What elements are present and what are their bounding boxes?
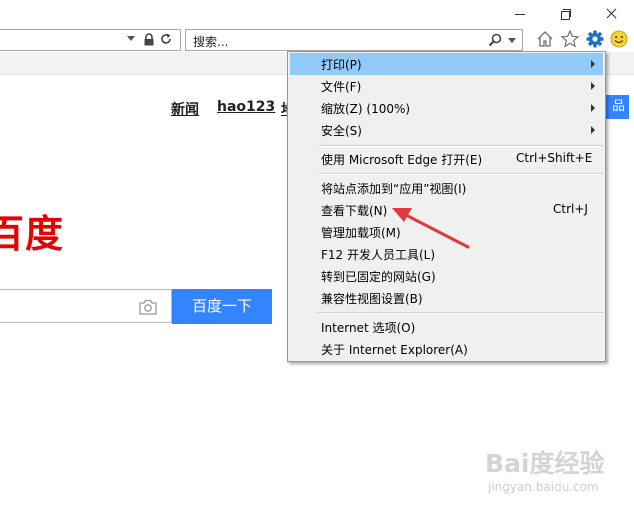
menu-item-label: 安全(S) (321, 124, 362, 138)
menu-item-label: 文件(F) (321, 80, 362, 94)
menu-separator (318, 312, 603, 314)
watermark-url: jingyan.baidu.com (488, 480, 599, 494)
menu-item-label: 关于 Internet Explorer(A) (321, 343, 468, 357)
baidu-logo: 百度 (0, 212, 65, 256)
menu-item-open-in-edge[interactable]: 使用 Microsoft Edge 打开(E) Ctrl+Shift+E (290, 148, 603, 170)
baidu-jingyan-watermark: Bai度经验 jingyan.baidu.com (485, 440, 615, 500)
menu-separator (318, 173, 603, 175)
feedback-smiley-icon[interactable] (609, 29, 629, 49)
menu-item-compat-view[interactable]: 兼容性视图设置(B) (290, 287, 603, 309)
menu-item-label: 打印(P) (321, 58, 362, 72)
favorites-star-icon[interactable] (560, 29, 580, 49)
menu-item-label: Internet 选项(O) (321, 321, 416, 335)
submenu-arrow-icon (591, 60, 595, 68)
watermark-brand: Bai度经验 (485, 449, 605, 478)
menu-separator (318, 145, 603, 147)
lock-icon (144, 33, 154, 46)
menu-item-shortcut: Ctrl+J (553, 202, 588, 216)
baidu-search-input[interactable] (0, 289, 172, 323)
search-placeholder: 搜索... (193, 35, 229, 49)
menu-item-about-ie[interactable]: 关于 Internet Explorer(A) (290, 338, 603, 360)
menu-item-print[interactable]: 打印(P) (290, 53, 603, 75)
news-link[interactable]: 新闻 (171, 99, 199, 119)
tools-gear-icon[interactable] (585, 29, 605, 49)
menu-item-label: 转到已固定的网站(G) (321, 270, 436, 284)
restore-button[interactable] (545, 2, 589, 26)
address-dropdown-icon[interactable] (127, 36, 135, 41)
address-bar[interactable] (0, 29, 181, 51)
home-icon[interactable] (535, 29, 555, 49)
title-bar (0, 0, 634, 28)
baidu-search-button[interactable]: 百度一下 (172, 289, 272, 324)
submenu-arrow-icon (591, 104, 595, 112)
refresh-icon[interactable] (159, 32, 173, 46)
menu-item-label: 查看下载(N) (321, 204, 388, 218)
search-provider-dropdown-icon[interactable] (508, 38, 516, 43)
hao123-link[interactable]: hao123 (217, 99, 275, 115)
submenu-arrow-icon (591, 82, 595, 90)
menu-item-safety[interactable]: 安全(S) (290, 119, 603, 141)
menu-item-pinned-sites[interactable]: 转到已固定的网站(G) (290, 265, 603, 287)
menu-item-internet-options[interactable]: Internet 选项(O) (290, 316, 603, 338)
menu-item-shortcut: Ctrl+Shift+E (516, 151, 593, 165)
close-button[interactable] (590, 2, 634, 26)
submenu-arrow-icon (591, 126, 595, 134)
menu-item-label: 缩放(Z) (100%) (321, 102, 411, 116)
menu-item-label: 使用 Microsoft Edge 打开(E) (321, 153, 483, 167)
menu-item-file[interactable]: 文件(F) (290, 75, 603, 97)
menu-item-zoom[interactable]: 缩放(Z) (100%) (290, 97, 603, 119)
minimize-button[interactable] (498, 2, 542, 26)
menu-item-label: 兼容性视图设置(B) (321, 292, 423, 306)
search-icon[interactable] (488, 33, 502, 47)
search-box[interactable]: 搜索... (185, 29, 523, 51)
camera-icon[interactable] (138, 298, 158, 316)
annotation-arrow-icon (392, 208, 470, 249)
